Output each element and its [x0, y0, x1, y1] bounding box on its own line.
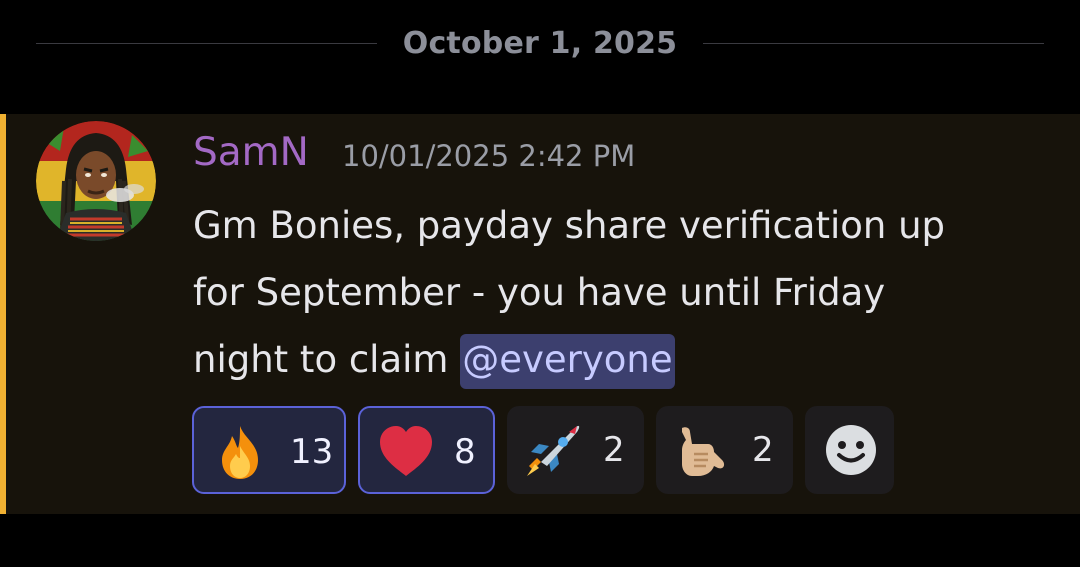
mention-highlight-bar	[0, 114, 6, 514]
everyone-mention[interactable]: @everyone	[460, 334, 675, 389]
reaction-count: 2	[752, 430, 774, 470]
message-timestamp: 10/01/2025 2:42 PM	[342, 139, 636, 173]
red-heart-icon	[380, 426, 432, 476]
add-reaction-smiley-icon	[826, 425, 876, 475]
date-divider: October 1, 2025	[36, 22, 1045, 64]
message-line-3-text: night to claim	[193, 338, 461, 381]
reaction-heart[interactable]: 8	[358, 406, 495, 494]
reaction-count: 2	[603, 430, 625, 470]
add-reaction-button[interactable]	[805, 406, 894, 494]
message-content: Gm Bonies, payday share verification up …	[193, 192, 1053, 393]
call-me-hand-icon	[682, 427, 725, 476]
date-divider-label: October 1, 2025	[402, 25, 678, 61]
reaction-count: 8	[454, 432, 476, 472]
reaction-rocket[interactable]: 2	[507, 406, 644, 494]
reaction-call-me-hand[interactable]: 2	[656, 406, 793, 494]
message-line-3: night to claim @everyone	[193, 326, 1053, 393]
reaction-fire[interactable]: 13	[192, 406, 346, 494]
chat-view: October 1, 2025 SamN 10/01/2025 2:42 PM …	[0, 0, 1080, 567]
author-username[interactable]: SamN	[193, 130, 309, 175]
divider-line-left	[36, 42, 377, 44]
message-line-2: for September - you have until Friday	[193, 271, 886, 314]
avatar-image	[36, 121, 156, 241]
avatar[interactable]	[36, 121, 156, 241]
rocket-icon	[527, 425, 580, 476]
message[interactable]: SamN 10/01/2025 2:42 PM Gm Bonies, payda…	[0, 114, 1080, 514]
message-line-1: Gm Bonies, payday share verification up	[193, 204, 946, 247]
reaction-count: 13	[290, 432, 334, 472]
divider-line-right	[703, 42, 1045, 44]
fire-icon	[222, 426, 258, 479]
